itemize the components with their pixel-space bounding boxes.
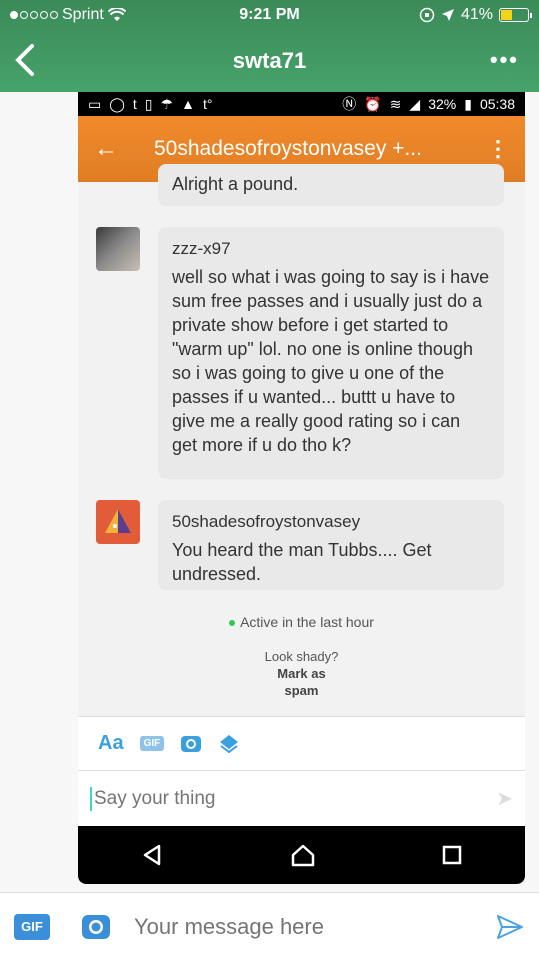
location-icon xyxy=(441,9,454,21)
sender-name: zzz-x97 xyxy=(172,239,231,258)
android-nav-bar xyxy=(78,826,525,884)
recents-icon[interactable] xyxy=(441,844,463,866)
tumblr-icon: t° xyxy=(202,96,213,112)
cell-signal-icon: ◢ xyxy=(409,95,421,112)
nfc-icon: Ⓝ xyxy=(342,96,357,112)
whatsapp-icon: ◯ xyxy=(109,95,125,112)
sender-name: 50shadesofroystonvasey xyxy=(172,512,361,531)
back-arrow-icon[interactable]: ← xyxy=(94,135,118,163)
partial-message-bubble: Alright a pound. xyxy=(158,164,504,206)
layers-icon[interactable] xyxy=(218,733,240,755)
text-cursor xyxy=(90,786,92,811)
tumblr-icon: t xyxy=(132,96,137,112)
online-dot-icon xyxy=(229,620,236,627)
battery-percent: 41% xyxy=(460,6,493,23)
overflow-menu-icon[interactable]: ⋮ xyxy=(487,136,509,162)
spam-link[interactable]: spam xyxy=(78,682,525,699)
message-composer: GIF xyxy=(0,892,539,960)
camera-icon[interactable] xyxy=(180,733,202,755)
report-prompt: Look shady? Mark as spam xyxy=(78,648,525,699)
message-text: You heard the man Tubbs.... Get undresse… xyxy=(172,540,432,584)
orientation-lock-icon xyxy=(419,7,435,23)
message-bubble: 50shadesofroystonvasey You heard the man… xyxy=(158,500,504,590)
conversation-title: 50shadesofroystonvasey +... xyxy=(154,137,422,160)
text-format-button[interactable]: Aa xyxy=(98,732,124,755)
chat-thread: Alright a pound. zzz-x97 well so what i … xyxy=(78,164,525,712)
message-text: well so what i was going to say is i hav… xyxy=(172,267,490,455)
android-battery-percent: 32% xyxy=(428,96,457,112)
shared-screenshot: ▭ ◯ t ▯ ☂ ▲ t° Ⓝ ⏰ ≋ ◢ 32% ▮ 05:38 ← 50s… xyxy=(78,92,525,884)
gallery-icon: ▲ xyxy=(181,96,195,112)
weather-icon: ☂ xyxy=(160,95,174,112)
clipboard-icon: ▯ xyxy=(144,95,153,112)
wifi-icon: ≋ xyxy=(389,95,402,112)
more-options-icon[interactable]: ••• xyxy=(490,47,519,73)
mark-as-spam-link[interactable]: Mark as xyxy=(78,665,525,682)
android-time: 05:38 xyxy=(479,96,515,112)
android-status-bar: ▭ ◯ t ▯ ☂ ▲ t° Ⓝ ⏰ ≋ ◢ 32% ▮ 05:38 xyxy=(78,92,525,116)
battery-icon xyxy=(499,8,532,22)
ios-header: Sprint 9:21 PM 41% swta71 ••• xyxy=(0,0,539,92)
say-your-thing-input[interactable] xyxy=(94,787,497,810)
avatar[interactable] xyxy=(96,500,140,544)
activity-status: Active in the last hour xyxy=(78,614,525,630)
ios-nav-bar: swta71 ••• xyxy=(0,32,539,90)
alarm-icon: ⏰ xyxy=(364,95,382,112)
page-title: swta71 xyxy=(232,48,307,73)
gif-button[interactable]: GIF xyxy=(139,736,165,751)
camera-icon[interactable] xyxy=(80,911,112,943)
look-shady-text: Look shady? xyxy=(264,649,339,664)
ios-status-bar: Sprint 9:21 PM 41% xyxy=(0,0,539,32)
message-input[interactable] xyxy=(134,913,495,940)
message-bubble: zzz-x97 well so what i was going to say … xyxy=(158,227,504,479)
android-input-row: ➤ xyxy=(78,770,525,826)
battery-icon: ▮ xyxy=(464,95,472,112)
composer-toolbar: Aa GIF xyxy=(78,716,525,770)
send-icon[interactable] xyxy=(495,912,525,942)
send-icon[interactable]: ➤ xyxy=(496,786,513,811)
home-icon[interactable] xyxy=(290,843,316,867)
message-text: Alright a pound. xyxy=(172,174,299,194)
pyramid-logo-icon xyxy=(105,509,131,533)
avatar[interactable] xyxy=(96,227,140,271)
messages-icon: ▭ xyxy=(88,95,102,112)
back-triangle-icon[interactable] xyxy=(141,843,165,867)
gif-button[interactable]: GIF xyxy=(14,913,50,940)
